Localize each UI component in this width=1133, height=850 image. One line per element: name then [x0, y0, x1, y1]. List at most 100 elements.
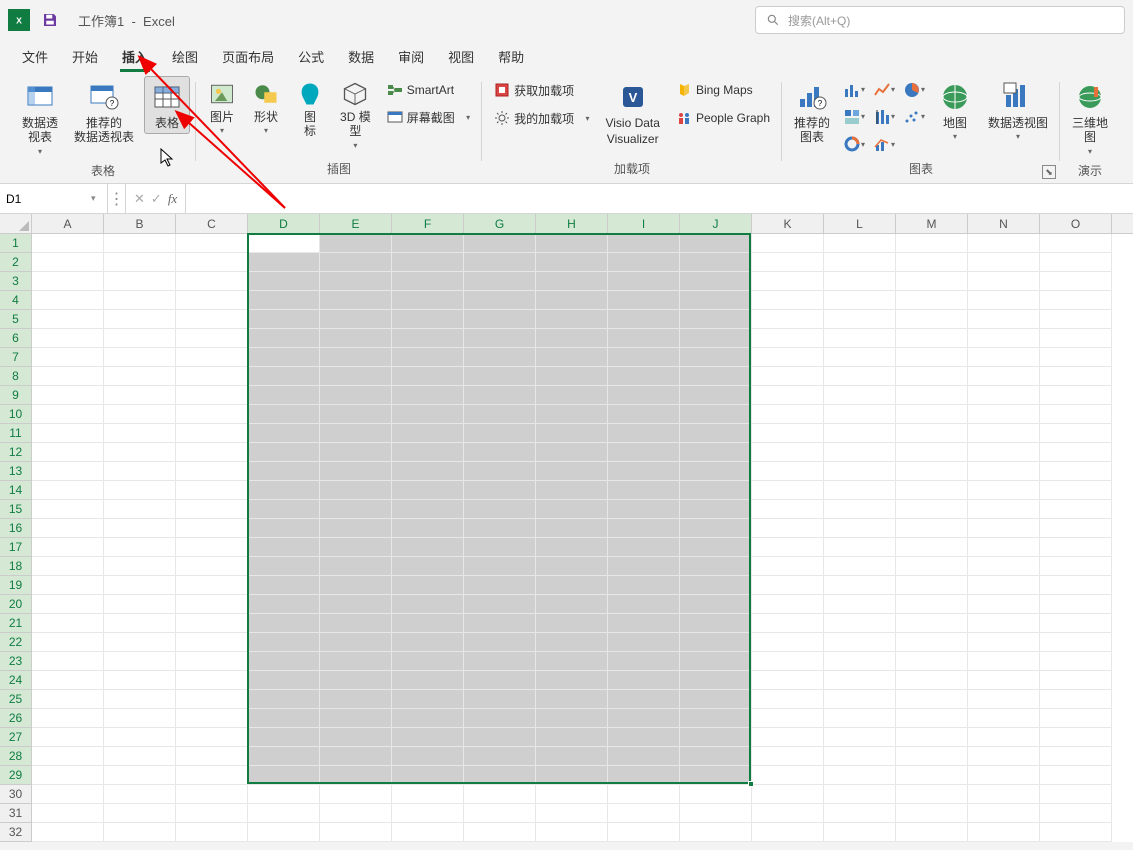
cell[interactable]: [824, 538, 896, 557]
cell[interactable]: [824, 576, 896, 595]
cell[interactable]: [176, 823, 248, 842]
cell[interactable]: [176, 348, 248, 367]
cell[interactable]: [752, 310, 824, 329]
col-header[interactable]: M: [896, 214, 968, 233]
cell[interactable]: [824, 652, 896, 671]
cell[interactable]: [320, 652, 392, 671]
cell[interactable]: [824, 329, 896, 348]
cell[interactable]: [680, 595, 752, 614]
cell[interactable]: [536, 348, 608, 367]
cell[interactable]: [968, 652, 1040, 671]
cell[interactable]: [752, 614, 824, 633]
cell[interactable]: [392, 386, 464, 405]
cell[interactable]: [176, 310, 248, 329]
cell[interactable]: [608, 462, 680, 481]
cell[interactable]: [968, 367, 1040, 386]
name-box-dropdown-icon[interactable]: ▾: [91, 193, 101, 204]
3d-map-button[interactable]: 三维地 图▾: [1066, 76, 1114, 160]
cell[interactable]: [752, 766, 824, 785]
cell[interactable]: [320, 443, 392, 462]
cell[interactable]: [320, 500, 392, 519]
cell[interactable]: [392, 804, 464, 823]
cell[interactable]: [680, 462, 752, 481]
cell[interactable]: [104, 424, 176, 443]
cell[interactable]: [320, 538, 392, 557]
cell[interactable]: [392, 595, 464, 614]
cell[interactable]: [392, 253, 464, 272]
cell[interactable]: [680, 329, 752, 348]
cell[interactable]: [464, 234, 536, 253]
cell[interactable]: [464, 310, 536, 329]
cell[interactable]: [104, 272, 176, 291]
cell[interactable]: [320, 519, 392, 538]
3d-models-button[interactable]: 3D 模 型▾: [334, 76, 377, 154]
cell[interactable]: [32, 462, 104, 481]
cell[interactable]: [896, 766, 968, 785]
row-header[interactable]: 13: [0, 462, 32, 481]
cell[interactable]: [536, 690, 608, 709]
cell[interactable]: [896, 386, 968, 405]
row-header[interactable]: 21: [0, 614, 32, 633]
row-header[interactable]: 23: [0, 652, 32, 671]
cell[interactable]: [320, 671, 392, 690]
cell[interactable]: [464, 291, 536, 310]
row-header[interactable]: 22: [0, 633, 32, 652]
icons-button[interactable]: 图 标: [290, 76, 330, 143]
cell[interactable]: [608, 785, 680, 804]
row-header[interactable]: 14: [0, 481, 32, 500]
cell[interactable]: [608, 519, 680, 538]
cell[interactable]: [104, 785, 176, 804]
spreadsheet-grid[interactable]: ABCDEFGHIJKLMNO 123456789101112131415161…: [0, 214, 1133, 842]
cell[interactable]: [392, 576, 464, 595]
cell[interactable]: [392, 671, 464, 690]
cell[interactable]: [824, 386, 896, 405]
menu-tab-4[interactable]: 页面布局: [210, 43, 286, 72]
cell[interactable]: [608, 823, 680, 842]
cell[interactable]: [464, 348, 536, 367]
row-header[interactable]: 31: [0, 804, 32, 823]
cell[interactable]: [392, 557, 464, 576]
menu-tab-8[interactable]: 视图: [436, 43, 486, 72]
cell[interactable]: [536, 747, 608, 766]
cell[interactable]: [680, 633, 752, 652]
cell[interactable]: [392, 747, 464, 766]
cell[interactable]: [824, 728, 896, 747]
cell[interactable]: [824, 804, 896, 823]
cell[interactable]: [752, 633, 824, 652]
chart-statistic-button[interactable]: ▾: [870, 104, 898, 130]
menu-tab-9[interactable]: 帮助: [486, 43, 536, 72]
cell[interactable]: [248, 500, 320, 519]
cell[interactable]: [608, 348, 680, 367]
cell[interactable]: [104, 443, 176, 462]
shapes-button[interactable]: 形状▾: [246, 76, 286, 140]
cell[interactable]: [608, 291, 680, 310]
cell[interactable]: [248, 690, 320, 709]
cell[interactable]: [320, 386, 392, 405]
cell[interactable]: [32, 614, 104, 633]
cell[interactable]: [392, 633, 464, 652]
cell[interactable]: [752, 424, 824, 443]
cell[interactable]: [752, 329, 824, 348]
cell[interactable]: [968, 785, 1040, 804]
cell[interactable]: [32, 785, 104, 804]
chart-column-button[interactable]: ▾: [840, 77, 868, 103]
cell[interactable]: [680, 823, 752, 842]
cell[interactable]: [536, 500, 608, 519]
cell[interactable]: [752, 690, 824, 709]
cell[interactable]: [968, 614, 1040, 633]
cell[interactable]: [896, 671, 968, 690]
cell[interactable]: [176, 747, 248, 766]
cell[interactable]: [176, 709, 248, 728]
row-header[interactable]: 1: [0, 234, 32, 253]
cell[interactable]: [104, 462, 176, 481]
cell[interactable]: [896, 481, 968, 500]
cell[interactable]: [896, 424, 968, 443]
cell[interactable]: [536, 785, 608, 804]
cell[interactable]: [320, 367, 392, 386]
cell[interactable]: [32, 481, 104, 500]
cell[interactable]: [752, 747, 824, 766]
cell[interactable]: [104, 595, 176, 614]
chart-combo-button[interactable]: ▾: [870, 131, 898, 157]
cell[interactable]: [536, 557, 608, 576]
row-header[interactable]: 15: [0, 500, 32, 519]
